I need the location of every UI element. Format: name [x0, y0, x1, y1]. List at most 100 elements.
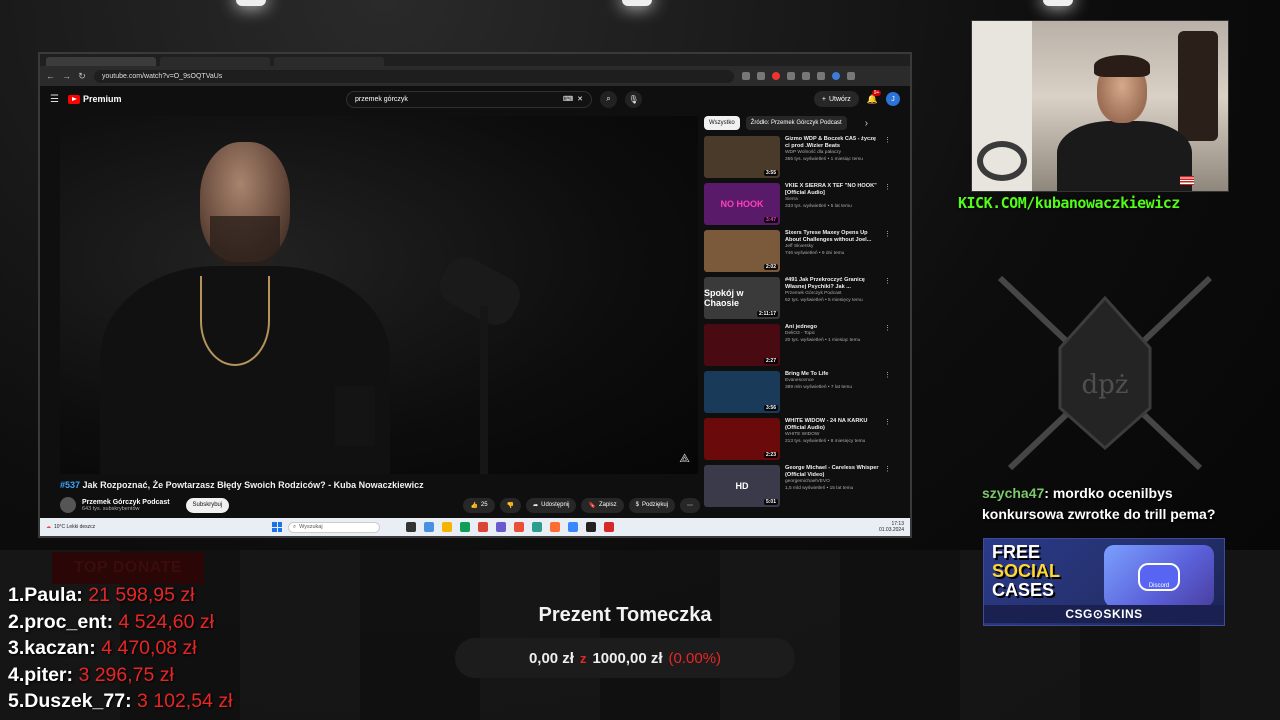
recommendation-item[interactable]: 3:56 Bring Me To Life Evanescence 389 ml… — [704, 371, 891, 418]
save-button[interactable]: 🔖 Zapisz — [581, 497, 624, 513]
dislike-button[interactable]: 👎 — [499, 497, 522, 513]
chip-source[interactable]: Źródło: Przemek Górczyk Podcast — [745, 116, 847, 130]
browser-tab[interactable] — [274, 57, 384, 66]
more-vert-icon[interactable]: ⋮ — [884, 277, 891, 324]
chip-all[interactable]: Wszystko — [704, 116, 740, 130]
recommendation-thumbnail[interactable]: 2:02 — [704, 230, 780, 272]
hamburger-icon[interactable]: ☰ — [50, 94, 60, 105]
recommendation-thumbnail[interactable]: 3:55 — [704, 136, 780, 178]
clock-date: 01.03.2024 — [878, 527, 904, 533]
taskbar-app-icon[interactable] — [406, 522, 416, 532]
thanks-button[interactable]: $ Podziękuj — [628, 497, 675, 513]
extension-icon[interactable] — [772, 72, 780, 80]
create-button[interactable]: + Utwórz — [813, 91, 859, 107]
more-vert-icon[interactable]: ⋮ — [884, 136, 891, 183]
recommendation-title[interactable]: VKIE X SIERRA X TEF "NO HOOK" [Official … — [785, 183, 879, 197]
channel-subscribers: 643 tys. subskrybentów — [82, 505, 140, 512]
donor-rank: 2. — [8, 610, 25, 633]
browser-tab[interactable] — [160, 57, 270, 66]
recommendation-info: #491 Jak Przekroczyć Granicę Własnej Psy… — [785, 277, 879, 324]
mic-icon[interactable]: 🎙 — [625, 90, 642, 108]
recommendation-title[interactable]: WHITE WIDOW - 24 NA KARKU (Official Audi… — [785, 418, 879, 432]
recommendation-title[interactable]: Sixers Tyrese Maxey Opens Up About Chall… — [785, 230, 879, 244]
taskbar-app-icon[interactable] — [460, 522, 470, 532]
taskbar-app-icon[interactable] — [478, 522, 488, 532]
recommendation-title[interactable]: George Michael - Careless Whisper (Offic… — [785, 465, 879, 479]
taskbar-app-icon[interactable] — [514, 522, 524, 532]
menu-icon[interactable] — [847, 72, 855, 80]
taskbar-search[interactable]: ⌕ Wyszukaj — [288, 521, 380, 533]
taskbar-app-icon[interactable] — [604, 522, 614, 532]
taskbar-app-icon[interactable] — [424, 522, 434, 532]
recommendation-title[interactable]: #491 Jak Przekroczyć Granicę Własnej Psy… — [785, 277, 879, 291]
extension-icon[interactable] — [817, 72, 825, 80]
donor-amount: 3 102,54 zł — [137, 690, 233, 712]
bell-icon[interactable]: 🔔 9+ — [867, 89, 882, 105]
search-icon[interactable]: ⌕ — [600, 90, 617, 108]
taskbar-app-icon[interactable] — [550, 522, 560, 532]
cast-icon[interactable] — [742, 72, 750, 80]
recommendation-thumbnail[interactable]: 2:23 — [704, 418, 780, 460]
recommendation-item[interactable]: HD 5:01 George Michael - Careless Whispe… — [704, 465, 891, 512]
recommendation-item[interactable]: Spokój w Chaosie 2:11:17 #491 Jak Przekr… — [704, 277, 891, 324]
recommendation-title[interactable]: Ani jednego — [785, 324, 879, 331]
recommendation-item[interactable]: 3:55 Gizmo WDP & Boczek CA5 - życzę ci p… — [704, 136, 891, 183]
more-vert-icon[interactable]: ⋮ — [884, 418, 891, 465]
channel-avatar[interactable] — [60, 497, 76, 513]
like-button[interactable]: 👍 25 — [463, 497, 495, 513]
share-button[interactable]: ➦ Udostępnij — [526, 497, 577, 513]
taskbar-app-icon[interactable] — [568, 522, 578, 532]
recommendation-item[interactable]: NO HOOK 3:47 VKIE X SIERRA X TEF "NO HOO… — [704, 183, 891, 230]
recommendation-item[interactable]: 2:27 Ani jednego DeliO3 - Topic 20 tys. … — [704, 324, 891, 371]
video-hashtag[interactable]: #537 — [60, 480, 80, 490]
browser-tab[interactable] — [46, 57, 156, 66]
youtube-logo[interactable]: Premium — [68, 94, 288, 104]
promo-line-1: FREE — [992, 542, 1041, 562]
chevron-right-icon[interactable]: › — [865, 118, 868, 129]
recommendation-thumbnail[interactable]: HD 5:01 — [704, 465, 780, 507]
reload-icon[interactable]: ↻ — [78, 71, 86, 82]
recommendation-item[interactable]: 2:02 Sixers Tyrese Maxey Opens Up About … — [704, 230, 891, 277]
subscribe-button[interactable]: Subskrybuj — [185, 497, 230, 513]
recommendation-title[interactable]: Gizmo WDP & Boczek CA5 - życzę ci prod .… — [785, 136, 879, 150]
more-vert-icon[interactable]: ⋮ — [884, 230, 891, 277]
taskbar-clock[interactable]: 17:13 01.03.2024 — [879, 521, 904, 533]
ceiling-light — [622, 0, 652, 6]
star-icon[interactable] — [757, 72, 765, 80]
extension-icon[interactable] — [802, 72, 810, 80]
search-input[interactable]: przemek górczyk ⌨ ✕ — [346, 90, 592, 108]
weather-widget[interactable]: ☁ 10°C Lekki deszcz — [46, 524, 266, 530]
more-vert-icon[interactable]: ⋮ — [884, 465, 891, 512]
recommendation-thumbnail[interactable]: 2:27 — [704, 324, 780, 366]
channel-watermark-icon[interactable]: ⟁ — [679, 451, 690, 466]
goal-percent: (0.00%) — [668, 649, 722, 667]
keyboard-icon[interactable]: ⌨ — [563, 95, 573, 103]
windows-start-icon[interactable] — [272, 522, 282, 532]
search-icon: ⌕ — [293, 523, 297, 530]
taskbar-app-icon[interactable] — [442, 522, 452, 532]
more-actions-button[interactable]: ⋯ — [680, 497, 700, 513]
avatar[interactable]: J — [886, 92, 900, 106]
back-icon[interactable]: ← — [46, 71, 55, 81]
channel-name[interactable]: Przemek Górczyk Podcast — [82, 499, 170, 506]
taskbar-app-icon[interactable] — [532, 522, 542, 532]
recommendation-thumbnail[interactable]: 3:56 — [704, 371, 780, 413]
taskbar-app-icon[interactable] — [586, 522, 596, 532]
clear-icon[interactable]: ✕ — [577, 95, 583, 103]
recommendation-thumbnail[interactable]: Spokój w Chaosie 2:11:17 — [704, 277, 780, 319]
video-player[interactable]: ⟁ — [60, 116, 698, 474]
recommendation-thumbnail[interactable]: NO HOOK 3:47 — [704, 183, 780, 225]
forward-icon[interactable]: → — [62, 71, 71, 81]
recommendation-info: Sixers Tyrese Maxey Opens Up About Chall… — [785, 230, 879, 277]
more-vert-icon[interactable]: ⋮ — [884, 183, 891, 230]
more-vert-icon[interactable]: ⋮ — [884, 324, 891, 371]
video-person-beard — [210, 216, 280, 266]
recommendation-item[interactable]: 2:23 WHITE WIDOW - 24 NA KARKU (Official… — [704, 418, 891, 465]
more-vert-icon[interactable]: ⋮ — [884, 371, 891, 418]
taskbar-app-icon[interactable] — [496, 522, 506, 532]
url-field[interactable]: youtube.com/watch?v=O_9sOQTVaUs — [94, 69, 734, 83]
chat-username: szycha47 — [982, 485, 1045, 501]
profile-icon[interactable] — [832, 72, 840, 80]
recommendation-title[interactable]: Bring Me To Life — [785, 371, 879, 378]
extension-icon[interactable] — [787, 72, 795, 80]
